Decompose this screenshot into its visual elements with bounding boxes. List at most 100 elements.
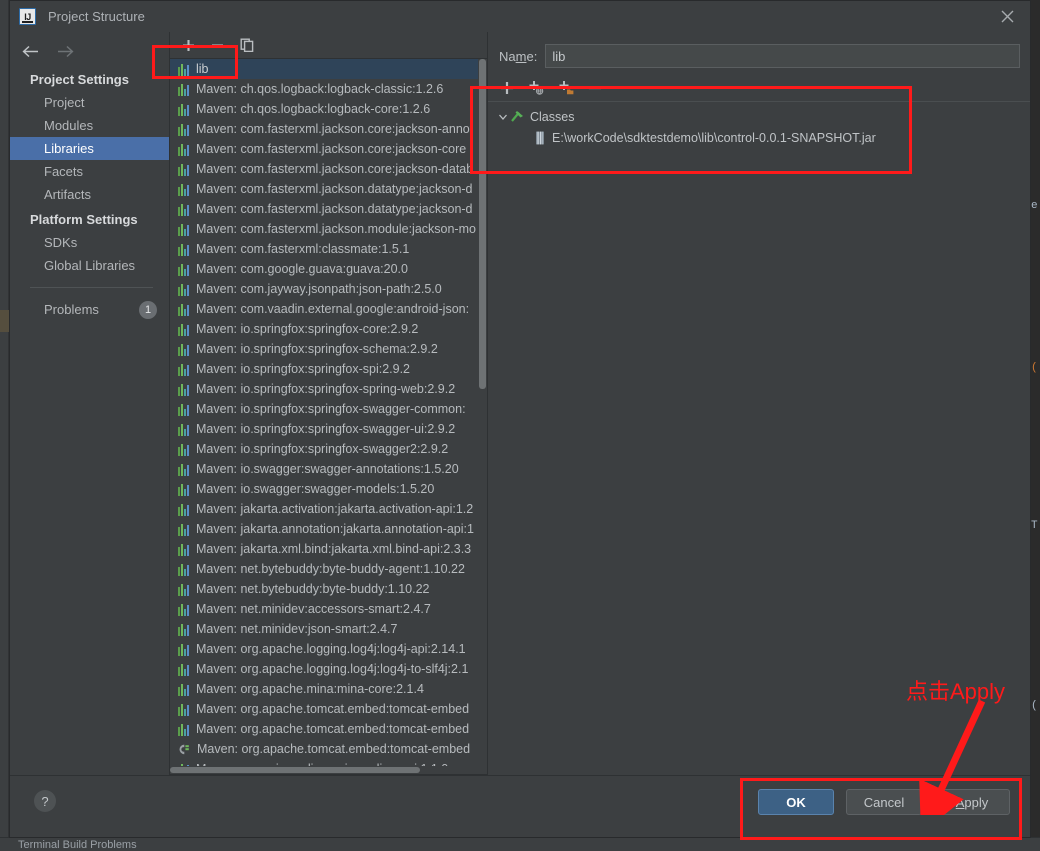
sidebar-item-facets[interactable]: Facets — [10, 160, 169, 183]
library-list-item[interactable]: Maven: org.apache.tomcat.embed:tomcat-em… — [170, 699, 487, 719]
libraries-vertical-scrollbar[interactable] — [478, 59, 487, 774]
library-icon — [178, 363, 190, 376]
dialog-action-buttons: OK Cancel Apply — [758, 789, 1010, 815]
sidebar-group-project-settings: Project Settings — [30, 72, 129, 87]
library-detail-panel: Name: lib Classes E:\workCode\sdktestdem… — [488, 32, 1030, 775]
library-list-item[interactable]: Maven: io.springfox:springfox-spring-web… — [170, 379, 487, 399]
library-list-item[interactable]: Maven: io.springfox:springfox-spi:2.9.2 — [170, 359, 487, 379]
apply-button[interactable]: Apply — [934, 789, 1010, 815]
library-list-item[interactable]: Maven: com.fasterxml.jackson.core:jackso… — [170, 139, 487, 159]
library-icon — [178, 63, 190, 76]
plus-folder-icon[interactable] — [558, 80, 574, 95]
library-list-item[interactable]: Maven: org.apache.mina:mina-core:2.1.4 — [170, 679, 487, 699]
help-icon[interactable]: ? — [34, 790, 56, 812]
close-icon[interactable] — [984, 1, 1030, 32]
library-list-item[interactable]: Maven: net.bytebuddy:byte-buddy-agent:1.… — [170, 559, 487, 579]
library-icon — [178, 583, 190, 596]
minus-icon[interactable] — [588, 81, 602, 95]
sidebar-item-artifacts[interactable]: Artifacts — [10, 183, 169, 206]
library-icon — [178, 143, 190, 156]
arrow-right-icon[interactable] — [57, 45, 74, 58]
library-list-item[interactable]: Maven: io.springfox:springfox-schema:2.9… — [170, 339, 487, 359]
library-list-item[interactable]: Maven: ch.qos.logback:logback-core:1.2.6 — [170, 99, 487, 119]
library-list-item[interactable]: Maven: org.apache.logging.log4j:log4j-ap… — [170, 639, 487, 659]
cancel-button[interactable]: Cancel — [846, 789, 922, 815]
library-list-item-label: Maven: jakarta.activation:jakarta.activa… — [196, 502, 474, 516]
plus-globe-icon[interactable] — [528, 80, 544, 95]
library-list-item-label: Maven: org.apache.mina:mina-core:2.1.4 — [196, 682, 424, 696]
library-list-item[interactable]: Maven: net.minidev:json-smart:2.4.7 — [170, 619, 487, 639]
library-icon — [178, 303, 190, 316]
library-list-item-label: Maven: org.apache.logging.log4j:log4j-ap… — [196, 642, 466, 656]
libraries-list[interactable]: lib Maven: ch.qos.logback:logback-classic… — [170, 59, 487, 774]
ide-bottom-tab-labels: Terminal Build Problems — [18, 839, 137, 851]
library-icon — [178, 403, 190, 416]
library-list-item[interactable]: Maven: io.springfox:springfox-swagger-ui… — [170, 419, 487, 439]
library-list-item-label: Maven: com.google.guava:guava:20.0 — [196, 262, 408, 276]
library-list-item[interactable]: Maven: jakarta.activation:jakarta.activa… — [170, 499, 487, 519]
library-list-item[interactable]: Maven: com.fasterxml.jackson.module:jack… — [170, 219, 487, 239]
library-icon — [178, 83, 190, 96]
library-list-item-label: Maven: org.apache.tomcat.embed:tomcat-em… — [197, 742, 471, 756]
sidebar-item-problems[interactable]: Problems 1 — [10, 298, 169, 321]
minus-icon[interactable] — [211, 39, 224, 52]
library-list-item[interactable]: Maven: io.springfox:springfox-swagger2:2… — [170, 439, 487, 459]
library-list-item[interactable]: Maven: io.springfox:springfox-swagger-co… — [170, 399, 487, 419]
libraries-horizontal-scrollbar[interactable] — [170, 766, 478, 774]
library-list-item[interactable]: Maven: io.springfox:springfox-core:2.9.2 — [170, 319, 487, 339]
tree-node-jar[interactable]: E:\workCode\sdktestdemo\lib\control-0.0.… — [488, 127, 1030, 148]
library-roots-tree[interactable]: Classes E:\workCode\sdktestdemo\lib\cont… — [488, 101, 1030, 148]
library-name-input[interactable] — [545, 44, 1020, 68]
sidebar-item-project[interactable]: Project — [10, 91, 169, 114]
sidebar-item-global-libraries[interactable]: Global Libraries — [10, 254, 169, 277]
dialog-body: Project Settings Project Modules Librari… — [10, 32, 1030, 775]
library-list-item[interactable]: Maven: ch.qos.logback:logback-classic:1.… — [170, 79, 487, 99]
library-list-item[interactable]: Maven: com.google.guava:guava:20.0 — [170, 259, 487, 279]
library-list-item[interactable]: Maven: com.fasterxml.jackson.core:jackso… — [170, 159, 487, 179]
library-list-item[interactable]: Maven: org.apache.tomcat.embed:tomcat-em… — [170, 739, 487, 759]
library-list-item[interactable]: Maven: jakarta.annotation:jakarta.annota… — [170, 519, 487, 539]
sidebar-nav-arrows — [10, 36, 169, 66]
library-list-item[interactable]: Maven: com.fasterxml.jackson.datatype:ja… — [170, 179, 487, 199]
ide-bottom-toolwindow-bar: Terminal Build Problems — [0, 837, 1040, 851]
library-list-item-label: Maven: jakarta.annotation:jakarta.annota… — [196, 522, 474, 536]
sidebar-item-libraries[interactable]: Libraries — [10, 137, 169, 160]
chevron-down-icon[interactable] — [496, 112, 510, 122]
scrollbar-thumb[interactable] — [479, 59, 486, 389]
arrow-left-icon[interactable] — [22, 45, 39, 58]
tree-node-classes[interactable]: Classes — [488, 106, 1030, 127]
plus-icon[interactable] — [182, 39, 195, 52]
copy-icon[interactable] — [240, 38, 254, 52]
library-list-item[interactable]: Maven: com.fasterxml.jackson.core:jackso… — [170, 119, 487, 139]
ide-left-gutter — [0, 0, 9, 851]
library-list-item[interactable]: Maven: io.swagger:swagger-models:1.5.20 — [170, 479, 487, 499]
library-list-item[interactable]: lib — [170, 59, 487, 79]
library-list-item[interactable]: Maven: org.apache.tomcat.embed:tomcat-em… — [170, 719, 487, 739]
library-list-item[interactable]: Maven: org.apache.logging.log4j:log4j-to… — [170, 659, 487, 679]
library-list-item[interactable]: Maven: io.swagger:swagger-annotations:1.… — [170, 459, 487, 479]
plus-icon[interactable] — [500, 81, 514, 95]
library-list-item[interactable]: Maven: net.bytebuddy:byte-buddy:1.10.22 — [170, 579, 487, 599]
sidebar-item-sdks[interactable]: SDKs — [10, 231, 169, 254]
code-fragment: e — [1031, 200, 1038, 212]
library-icon — [178, 563, 190, 576]
sidebar-item-modules[interactable]: Modules — [10, 114, 169, 137]
library-icon — [178, 423, 190, 436]
library-list-item-label: Maven: org.apache.tomcat.embed:tomcat-em… — [196, 722, 470, 736]
scrollbar-thumb[interactable] — [170, 767, 420, 773]
library-list-item[interactable]: Maven: com.vaadin.external.google:androi… — [170, 299, 487, 319]
libraries-list-scroll-area[interactable]: lib Maven: ch.qos.logback:logback-classic… — [170, 58, 487, 775]
library-list-item-label: Maven: org.apache.logging.log4j:log4j-to… — [196, 662, 469, 676]
name-field-label: Name: — [499, 48, 538, 64]
library-list-item[interactable]: Maven: jakarta.xml.bind:jakarta.xml.bind… — [170, 539, 487, 559]
library-list-item[interactable]: Maven: com.jayway.jsonpath:json-path:2.5… — [170, 279, 487, 299]
tree-node-jar-label: E:\workCode\sdktestdemo\lib\control-0.0.… — [552, 130, 876, 145]
ok-button[interactable]: OK — [758, 789, 834, 815]
dialog-titlebar: IJ Project Structure — [10, 1, 1030, 32]
project-structure-dialog: IJ Project Structure Project Settings Pr… — [9, 0, 1031, 838]
library-icon — [178, 623, 190, 636]
library-list-item[interactable]: Maven: com.fasterxml:classmate:1.5.1 — [170, 239, 487, 259]
library-list-item[interactable]: Maven: com.fasterxml.jackson.datatype:ja… — [170, 199, 487, 219]
library-icon — [178, 163, 190, 176]
library-list-item[interactable]: Maven: net.minidev:accessors-smart:2.4.7 — [170, 599, 487, 619]
